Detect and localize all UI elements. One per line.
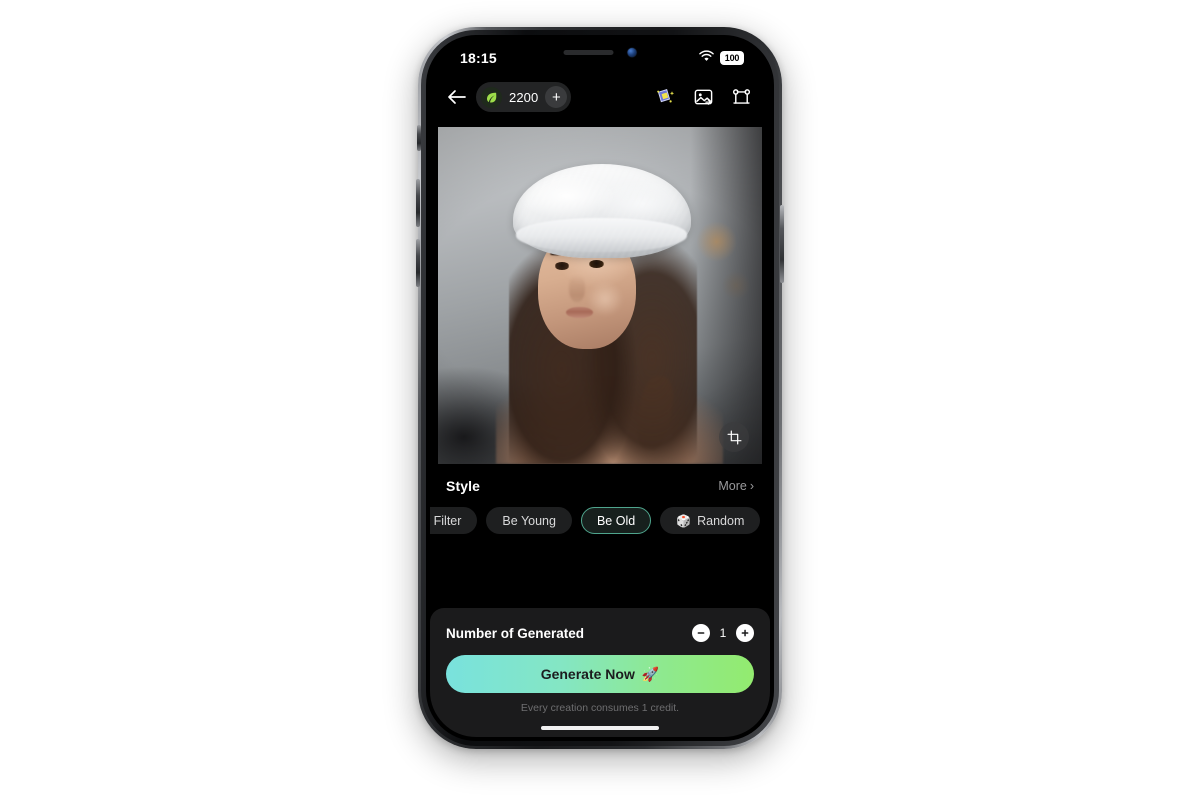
ai-magic-card-icon[interactable] [654, 86, 676, 108]
image-swap-icon[interactable] [692, 86, 714, 108]
rocket-icon: 🚀 [641, 665, 660, 682]
photo-eye-left [554, 262, 569, 270]
phone-screen: 18:15 100 2200 + Style More › Filter Be … [430, 39, 770, 737]
credit-amount: 2200 [509, 89, 539, 105]
front-camera-icon [627, 48, 637, 57]
device-bezel: 18:15 100 2200 + Style More › Filter Be … [426, 35, 774, 741]
add-credit-button[interactable]: + [545, 86, 568, 108]
generate-panel: Number of Generated 1 Generate Now 🚀 Eve… [430, 608, 770, 737]
cube-icon: 🎲 [676, 513, 692, 528]
photo-nose [569, 275, 586, 303]
chevron-right-icon: › [749, 479, 754, 493]
status-indicators: 100 [699, 49, 744, 67]
app-top-bar: 2200 + [430, 73, 770, 121]
volume-up-button[interactable] [416, 179, 420, 227]
style-header: Style More › [430, 478, 770, 494]
style-chip-list[interactable]: aby Filter Be Young Be Old 🎲 Random [430, 507, 770, 534]
phone-device: 18:15 100 2200 + Style More › Filter Be … [416, 27, 784, 749]
status-time: 18:15 [460, 50, 497, 66]
generate-now-button[interactable]: Generate Now 🚀 [446, 655, 754, 693]
photo-eye-right [588, 260, 604, 268]
credit-consumption-note: Every creation consumes 1 credit. [520, 702, 680, 714]
preview-photo [438, 127, 762, 464]
dynamic-island [563, 48, 637, 57]
wifi-icon [699, 49, 714, 67]
top-bar-actions [654, 86, 752, 108]
quantity-stepper[interactable]: 1 [692, 624, 754, 642]
increase-button[interactable] [736, 624, 754, 642]
style-section: Style More › aby Filter Be Young Be Old [430, 464, 770, 534]
style-chip-label: Be Young [502, 513, 556, 528]
style-more-link[interactable]: More › [718, 479, 754, 493]
canvas-frame-icon[interactable] [730, 86, 752, 108]
photo-lips [565, 306, 593, 319]
number-of-generated-row: Number of Generated 1 [446, 624, 754, 642]
battery-indicator: 100 [720, 51, 744, 65]
style-chip-baby-filter[interactable]: aby Filter [430, 507, 478, 534]
style-chip-label: Random [697, 513, 745, 528]
style-chip-label: Be Old [596, 513, 636, 528]
style-chip-be-old[interactable]: Be Old [580, 507, 652, 534]
leaf-icon [481, 86, 502, 108]
image-preview[interactable] [438, 127, 762, 464]
crop-icon[interactable] [719, 422, 749, 452]
style-chip-label: aby Filter [430, 513, 462, 528]
status-bar: 18:15 100 [430, 39, 770, 73]
earpiece-speaker-icon [563, 50, 614, 55]
power-button[interactable] [780, 205, 784, 283]
quantity-value: 1 [719, 626, 727, 640]
silent-switch-button[interactable] [417, 125, 421, 151]
more-label: More [718, 479, 747, 493]
number-of-generated-label: Number of Generated [446, 625, 585, 641]
decrease-button[interactable] [692, 624, 710, 642]
photo-hat-texture [512, 164, 691, 259]
home-indicator[interactable] [541, 726, 659, 730]
style-chip-be-young[interactable]: Be Young [486, 507, 572, 534]
generate-button-label: Generate Now [540, 666, 635, 682]
volume-down-button[interactable] [416, 239, 420, 287]
back-arrow-icon[interactable] [444, 84, 470, 110]
credit-balance-pill[interactable]: 2200 + [476, 82, 572, 112]
style-title: Style [446, 478, 480, 494]
style-chip-random[interactable]: 🎲 Random [660, 507, 761, 534]
